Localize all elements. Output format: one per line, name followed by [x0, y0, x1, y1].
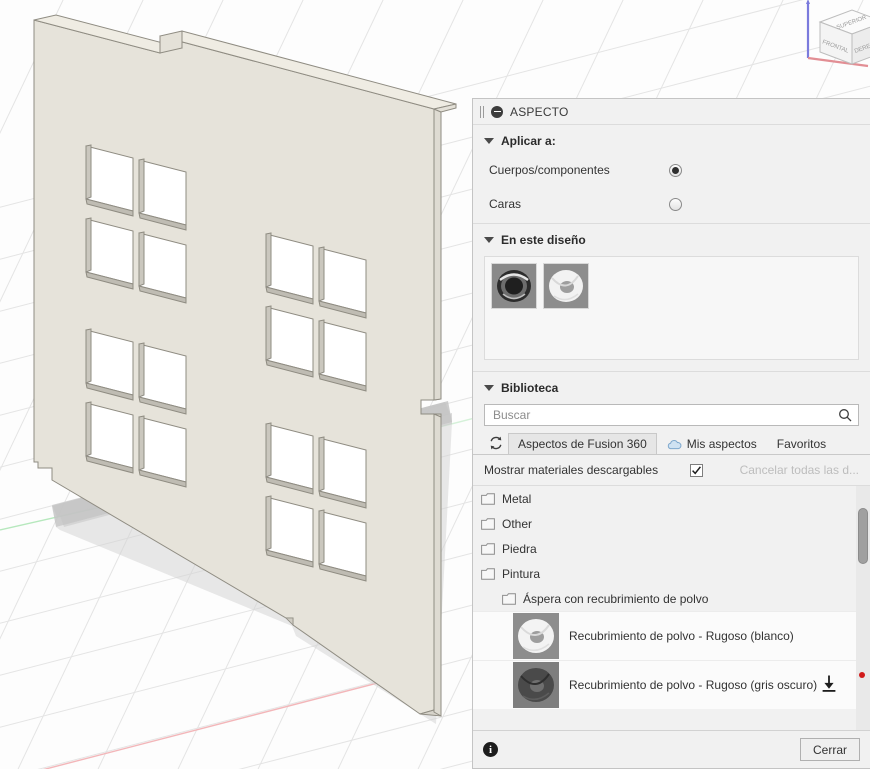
- tree-label-piedra: Piedra: [502, 541, 537, 556]
- tab-fusion-appearances-label: Aspectos de Fusion 360: [518, 437, 647, 451]
- minus-circle-icon[interactable]: [491, 105, 503, 118]
- in-this-design-heading: En este diseño: [501, 233, 586, 247]
- tab-my-appearances[interactable]: Mis aspectos: [657, 433, 767, 454]
- refresh-icon[interactable]: [488, 435, 504, 451]
- close-button[interactable]: Cerrar: [799, 738, 860, 761]
- chevron-down-icon[interactable]: [484, 237, 494, 243]
- library-scrollbar[interactable]: [856, 486, 870, 730]
- view-cube[interactable]: SUPERIOR FRONTAL DERECHA: [780, 0, 870, 72]
- radio-label-faces: Caras: [489, 197, 522, 211]
- material-row-blanco[interactable]: Recubrimiento de polvo - Rugoso (blanco): [473, 611, 856, 660]
- in-this-design-header[interactable]: En este diseño: [473, 224, 870, 254]
- tree-label-metal: Metal: [502, 491, 532, 506]
- folder-icon: [481, 517, 495, 530]
- apply-to-section: Aplicar a: Cuerpos/componentes Caras: [473, 125, 870, 224]
- library-section: Biblioteca Buscar Aspectos de Fusion 360…: [473, 372, 870, 730]
- drag-grip-icon[interactable]: [480, 105, 484, 118]
- tab-my-appearances-label: Mis aspectos: [686, 437, 757, 451]
- tab-favorites[interactable]: Favoritos: [767, 433, 836, 454]
- search-box[interactable]: [484, 404, 859, 426]
- tree-label-other: Other: [502, 516, 533, 531]
- folder-icon: [502, 592, 516, 605]
- library-scrollbar-thumb[interactable]: [858, 508, 868, 564]
- dark-glossy-thumb: [492, 264, 536, 308]
- search-icon[interactable]: [838, 408, 852, 422]
- tab-fusion-appearances[interactable]: Aspectos de Fusion 360: [508, 433, 657, 454]
- material-row-gris-oscuro[interactable]: Recubrimiento de polvo - Rugoso (gris os…: [473, 660, 856, 709]
- tab-favorites-label: Favoritos: [776, 437, 827, 451]
- tree-row-metal[interactable]: Metal: [473, 486, 856, 511]
- in-this-design-section: En este diseño: [473, 224, 870, 372]
- tree-label-aspera-recubrimiento: Áspera con recubrimiento de polvo: [523, 591, 709, 606]
- cloud-icon: [667, 439, 682, 449]
- show-downloadable-label: Mostrar materiales descargables: [484, 463, 659, 477]
- show-downloadable-checkbox[interactable]: [690, 463, 704, 477]
- radio-faces[interactable]: [669, 197, 682, 211]
- show-downloadable-row[interactable]: Mostrar materiales descargables Cancelar…: [473, 455, 870, 485]
- tree-row-pintura[interactable]: Pintura: [473, 561, 856, 586]
- library-header[interactable]: Biblioteca: [473, 372, 870, 402]
- download-icon[interactable]: [820, 675, 838, 696]
- radio-row-bodies[interactable]: Cuerpos/componentes: [473, 155, 870, 185]
- wall-right-edge-upper: [433, 108, 442, 401]
- view-cube-svg[interactable]: SUPERIOR FRONTAL DERECHA: [780, 0, 870, 72]
- apply-to-header[interactable]: Aplicar a:: [473, 125, 870, 155]
- library-tree[interactable]: Metal Other Piedra Pintura Áspera con re…: [473, 485, 870, 730]
- search-input[interactable]: [491, 407, 838, 423]
- dialog-footer: i Cerrar: [473, 730, 870, 768]
- folder-icon: [481, 567, 495, 580]
- tree-label-pintura: Pintura: [502, 566, 541, 581]
- tree-row-aspera-recubrimiento[interactable]: Áspera con recubrimiento de polvo: [473, 586, 856, 611]
- wall-right-edge-lower: [433, 413, 442, 717]
- white-powdercoat-thumb: [544, 264, 588, 308]
- radio-label-bodies: Cuerpos/componentes: [489, 163, 610, 177]
- check-icon: [692, 465, 702, 475]
- library-heading: Biblioteca: [501, 381, 559, 395]
- chevron-down-icon[interactable]: [484, 138, 494, 144]
- library-tree-inner: Metal Other Piedra Pintura Áspera con re…: [473, 486, 856, 730]
- tree-row-piedra[interactable]: Piedra: [473, 536, 856, 561]
- tree-row-other[interactable]: Other: [473, 511, 856, 536]
- chevron-down-icon[interactable]: [484, 385, 494, 391]
- dialog-titlebar[interactable]: ASPECTO: [473, 99, 870, 125]
- white-powdercoat-thumb: [513, 613, 559, 659]
- dialog-title: ASPECTO: [510, 104, 569, 119]
- dark-glossy-appearance-swatch[interactable]: [491, 263, 537, 309]
- material-label-blanco: Recubrimiento de polvo - Rugoso (blanco): [569, 629, 794, 643]
- info-icon[interactable]: i: [483, 742, 498, 757]
- folder-icon: [481, 542, 495, 555]
- apply-to-heading: Aplicar a:: [501, 134, 556, 148]
- cancel-all-downloads-link[interactable]: Cancelar todas las d...: [740, 463, 859, 477]
- dialog-body: Aplicar a: Cuerpos/componentes Caras En …: [473, 125, 870, 730]
- library-tabs[interactable]: Aspectos de Fusion 360 Mis aspectos Favo…: [473, 426, 870, 455]
- download-status-badge: [859, 672, 865, 678]
- radio-row-faces[interactable]: Caras: [473, 185, 870, 223]
- in-this-design-swatch-well[interactable]: [484, 256, 859, 360]
- white-powdercoat-appearance-swatch[interactable]: [543, 263, 589, 309]
- material-label-gris-oscuro: Recubrimiento de polvo - Rugoso (gris os…: [569, 678, 818, 692]
- darkgray-powdercoat-thumb: [513, 662, 559, 708]
- search-row: [473, 402, 870, 426]
- aspecto-dialog[interactable]: ASPECTO Aplicar a: Cuerpos/componentes C…: [472, 98, 870, 769]
- radio-bodies[interactable]: [669, 163, 682, 177]
- refresh-button[interactable]: [484, 432, 508, 454]
- folder-icon: [481, 492, 495, 505]
